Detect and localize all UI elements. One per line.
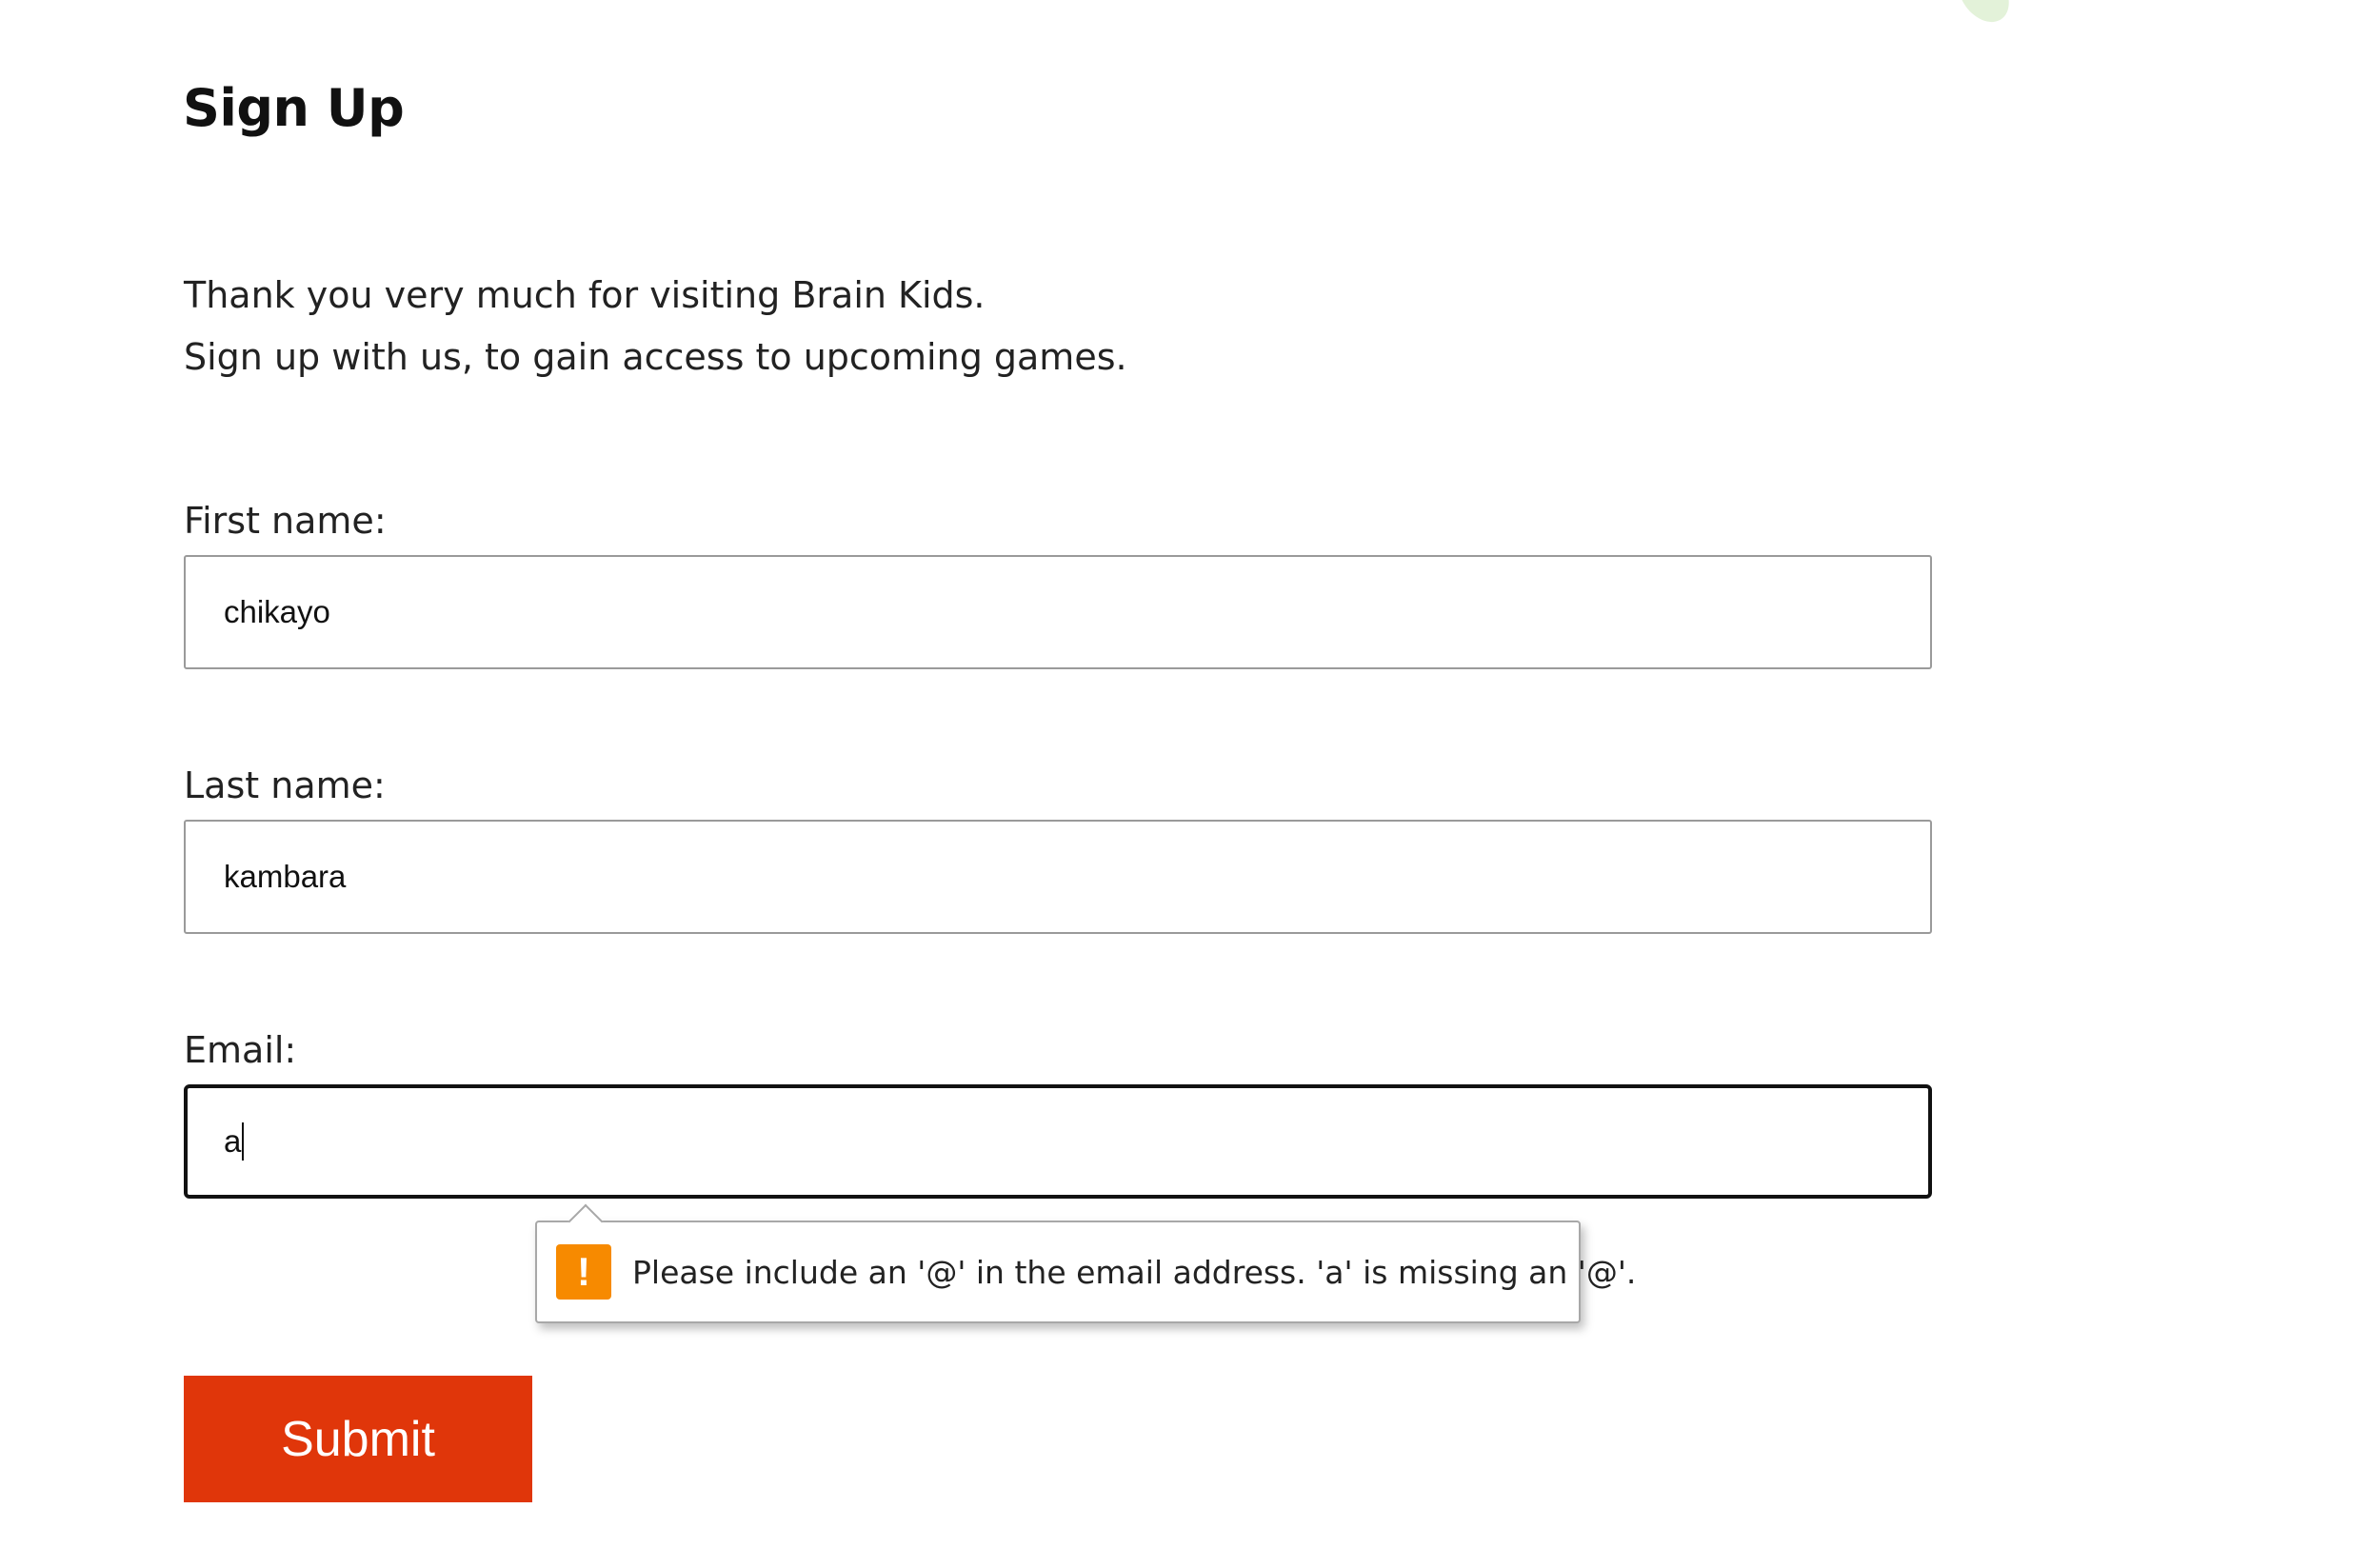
intro-line: Sign up with us, to gain access to upcom… — [184, 336, 1127, 378]
validation-tooltip: ! Please include an '@' in the email add… — [535, 1203, 1636, 1323]
last-name-label: Last name: — [184, 764, 386, 806]
last-name-input[interactable]: kambara — [184, 820, 1932, 934]
text-caret — [242, 1122, 245, 1161]
tooltip-arrow — [568, 1203, 604, 1240]
email-label: Email: — [184, 1029, 297, 1071]
first-name-input[interactable]: chikayo — [184, 555, 1932, 669]
first-name-label: First name: — [184, 500, 387, 542]
page-title: Sign Up — [183, 78, 405, 138]
last-name-value: kambara — [224, 859, 347, 894]
signup-page: Sign Up Thank you very much for visiting… — [0, 0, 2370, 1568]
submit-button[interactable]: Submit — [184, 1376, 532, 1502]
first-name-value: chikayo — [224, 594, 330, 629]
intro-text: Thank you very much for visiting Brain K… — [184, 265, 1127, 388]
email-value: a — [224, 1123, 242, 1159]
decorative-leaf — [1947, 0, 2020, 32]
validation-message: Please include an '@' in the email addre… — [632, 1253, 1637, 1291]
warning-icon: ! — [556, 1244, 611, 1300]
intro-line: Thank you very much for visiting Brain K… — [184, 274, 986, 316]
email-input[interactable]: a — [184, 1084, 1932, 1199]
warning-glyph: ! — [577, 1249, 590, 1294]
